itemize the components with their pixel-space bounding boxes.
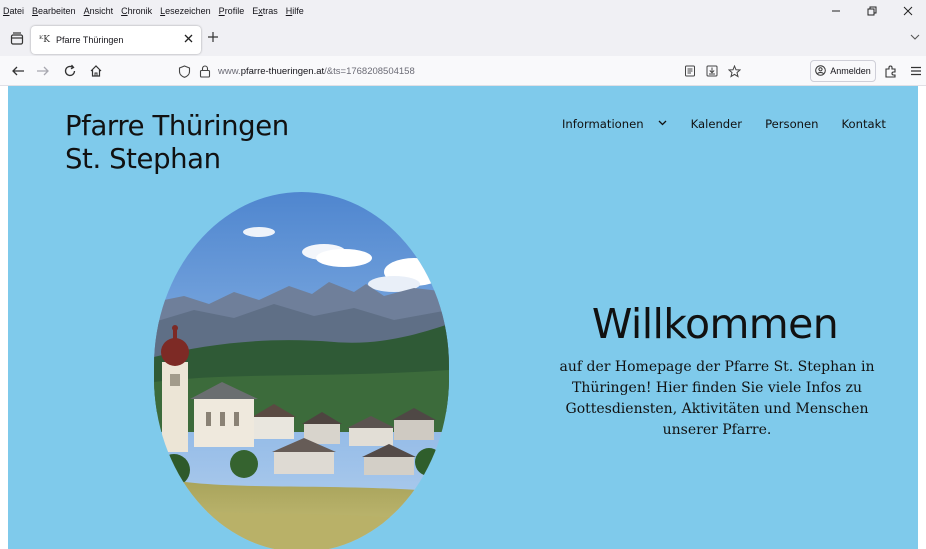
- save-icon[interactable]: [704, 63, 720, 79]
- tab-title: Pfarre Thüringen: [55, 35, 124, 45]
- minimize-icon[interactable]: [818, 0, 854, 22]
- lock-icon[interactable]: [197, 63, 213, 79]
- window-controls: [818, 0, 926, 22]
- reload-icon[interactable]: [59, 61, 81, 81]
- extensions-icon[interactable]: [882, 62, 900, 80]
- url-actions: [682, 63, 742, 79]
- hero-image: [154, 192, 449, 549]
- menu-hilfe[interactable]: Hilfe: [282, 6, 308, 16]
- site-navigation: Informationen Kalender Personen Kontakt: [562, 117, 886, 131]
- navigation-toolbar: www.pfarre-thueringen.at/&ts=17682085041…: [0, 56, 926, 86]
- site-title[interactable]: Pfarre Thüringen St. Stephan: [65, 110, 289, 176]
- favicon: ᴷK: [39, 35, 50, 45]
- menu-bearbeiten[interactable]: Bearbeiten: [28, 6, 80, 16]
- hero-title: Willkommen: [591, 300, 839, 348]
- signin-button[interactable]: Anmelden: [810, 60, 876, 82]
- site-title-line2: St. Stephan: [65, 143, 221, 175]
- menu-icon[interactable]: [907, 62, 925, 80]
- menu-datei[interactable]: Datei: [0, 6, 28, 16]
- menu-lesezeichen[interactable]: Lesezeichen: [156, 6, 215, 16]
- signin-label: Anmelden: [830, 66, 871, 76]
- nav-informationen[interactable]: Informationen: [562, 117, 644, 131]
- menu-bar: Datei Bearbeiten Ansicht Chronik Lesezei…: [0, 0, 926, 22]
- back-icon[interactable]: [7, 61, 29, 81]
- nav-personen[interactable]: Personen: [765, 117, 818, 131]
- forward-icon[interactable]: [32, 61, 54, 81]
- web-page: Pfarre Thüringen St. Stephan Information…: [8, 86, 918, 549]
- menu-ansicht[interactable]: Ansicht: [80, 6, 118, 16]
- tab-bar: ᴷK Pfarre Thüringen: [0, 22, 926, 56]
- tabs-list-icon[interactable]: [8, 30, 26, 48]
- window-close-icon[interactable]: [890, 0, 926, 22]
- tab-pfarre-thueringen[interactable]: ᴷK Pfarre Thüringen: [31, 26, 201, 54]
- shield-icon[interactable]: [176, 63, 192, 79]
- menu-chronik[interactable]: Chronik: [117, 6, 156, 16]
- nav-kontakt[interactable]: Kontakt: [842, 117, 886, 131]
- site-title-line1: Pfarre Thüringen: [65, 110, 289, 142]
- chevron-down-icon[interactable]: [658, 119, 667, 129]
- menu-extras[interactable]: Extras: [248, 6, 282, 16]
- account-icon: [815, 64, 827, 78]
- hero-text: auf der Homepage der Pfarre St. Stephan …: [559, 359, 875, 438]
- star-icon[interactable]: [726, 63, 742, 79]
- close-icon[interactable]: [184, 34, 193, 46]
- menu-profile[interactable]: Profile: [215, 6, 249, 16]
- home-icon[interactable]: [85, 61, 107, 81]
- url-bar[interactable]: www.pfarre-thueringen.at/&ts=17682085041…: [176, 59, 742, 83]
- chevron-down-icon[interactable]: [910, 32, 920, 45]
- plus-icon[interactable]: [207, 31, 219, 47]
- restore-icon[interactable]: [854, 0, 890, 22]
- nav-kalender[interactable]: Kalender: [691, 117, 742, 131]
- url-text: www.pfarre-thueringen.at/&ts=17682085041…: [218, 65, 415, 77]
- reader-view-icon[interactable]: [682, 63, 698, 79]
